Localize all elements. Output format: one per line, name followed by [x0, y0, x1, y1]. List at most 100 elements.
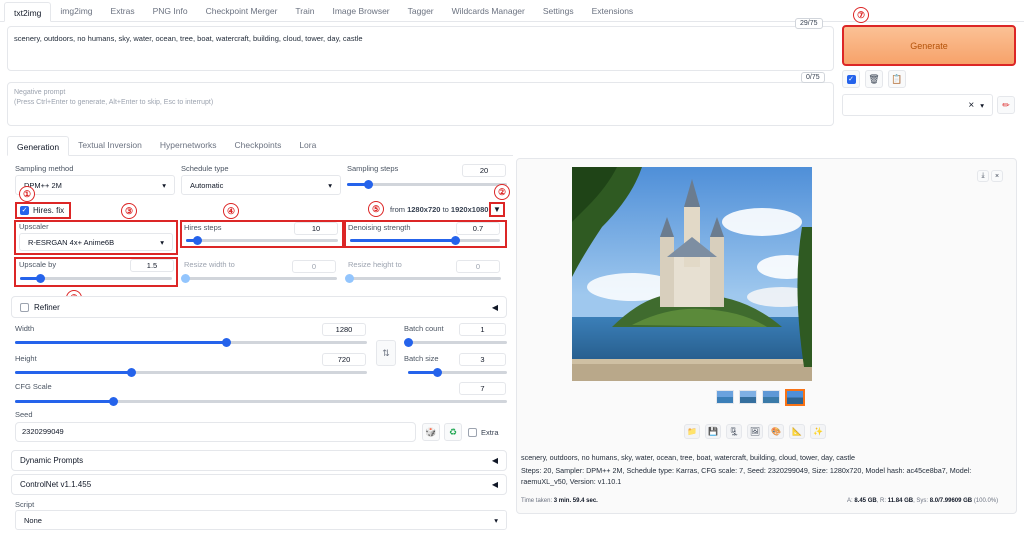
tab-textual-inversion[interactable]: Textual Inversion	[69, 135, 151, 155]
trash-icon[interactable]: 🗑	[865, 70, 883, 88]
show-extra-networks-button[interactable]: ✓	[842, 70, 860, 88]
slider-thumb[interactable]	[432, 368, 442, 377]
slider-thumb[interactable]	[363, 180, 373, 189]
resize-height-slider[interactable]	[345, 274, 501, 283]
dynamic-prompts-accordion[interactable]: Dynamic Prompts ◀	[11, 450, 507, 471]
batch-size-number[interactable]: 3	[459, 353, 506, 366]
tab-txt2img[interactable]: txt2img	[4, 2, 52, 22]
controlnet-accordion[interactable]: ControlNet v1.1.455 ◀	[11, 474, 507, 495]
height-number[interactable]: 720	[322, 353, 366, 366]
generate-button[interactable]: Generate	[842, 25, 1016, 66]
tab-settings[interactable]: Settings	[534, 1, 583, 21]
upscale-by-slider[interactable]	[20, 274, 172, 283]
thumbnail[interactable]	[739, 390, 757, 404]
resize-height-label: Resize height to	[348, 260, 402, 269]
tab-img2img[interactable]: img2img	[51, 1, 101, 21]
extra-checkbox[interactable]: Extra	[468, 428, 499, 437]
cfg-scale-slider[interactable]	[15, 397, 507, 406]
tab-lora[interactable]: Lora	[290, 135, 325, 155]
denoising-number[interactable]: 0.7	[456, 222, 500, 235]
upscale-by-number[interactable]: 1.5	[130, 259, 174, 272]
tab-checkpoints[interactable]: Checkpoints	[226, 135, 291, 155]
resize-width-slider[interactable]	[181, 274, 337, 283]
width-label: Width	[15, 324, 35, 333]
tab-png-info[interactable]: PNG Info	[144, 1, 197, 21]
hires-steps-slider[interactable]	[186, 236, 338, 245]
tab-extensions[interactable]: Extensions	[583, 1, 643, 21]
slider-thumb[interactable]	[451, 236, 460, 245]
prompt-input[interactable]: scenery, outdoors, no humans, sky, water…	[7, 26, 834, 71]
tab-image-browser[interactable]: Image Browser	[323, 1, 398, 21]
resize-height-number[interactable]: 0	[456, 260, 500, 273]
styles-dropdown[interactable]: × ▾	[842, 94, 993, 116]
close-icon[interactable]: ×	[991, 170, 1003, 182]
cfg-scale-number[interactable]: 7	[459, 382, 506, 395]
denoising-slider[interactable]	[350, 236, 500, 245]
vram-r-label: R:	[880, 498, 887, 504]
thumbnail[interactable]	[716, 390, 734, 404]
resize-width-number[interactable]: 0	[292, 260, 336, 273]
slider-fill	[15, 341, 227, 344]
height-slider[interactable]	[15, 368, 367, 377]
upscaler-dropdown[interactable]: R-ESRGAN 4x+ Anime6B ▾	[19, 233, 173, 251]
script-dropdown[interactable]: None ▾	[15, 510, 507, 530]
width-number[interactable]: 1280	[322, 323, 366, 336]
tab-tagger[interactable]: Tagger	[399, 1, 443, 21]
tab-wildcards-manager[interactable]: Wildcards Manager	[443, 1, 534, 21]
vram-sys-label: Sys:	[916, 498, 929, 504]
sampling-method-dropdown[interactable]: DPM++ 2M ▾	[15, 175, 175, 195]
save-icon[interactable]: 💾	[705, 424, 721, 439]
tab-hypernetworks[interactable]: Hypernetworks	[151, 135, 226, 155]
seed-input[interactable]: 2320299049	[15, 422, 416, 442]
random-seed-dice-icon[interactable]: 🎲	[422, 423, 440, 441]
thumbnail-selected[interactable]	[785, 389, 805, 406]
hires-collapse-toggle[interactable]: ▼	[489, 202, 505, 217]
folder-icon[interactable]: 📁	[684, 424, 700, 439]
zip-icon[interactable]: 🗜	[726, 424, 742, 439]
resize-width-label: Resize width to	[184, 260, 235, 269]
clear-icon[interactable]: ×	[968, 100, 974, 111]
generated-image[interactable]	[572, 167, 812, 381]
extra-label: Extra	[481, 428, 499, 437]
send-to-inpaint-icon[interactable]: 🎨	[768, 424, 784, 439]
clipboard-icon[interactable]: 📋	[888, 70, 906, 88]
swap-dimensions-button[interactable]: ⇅	[376, 340, 396, 366]
batch-size-label: Batch size	[404, 354, 439, 363]
upscale-icon[interactable]: ✨	[810, 424, 826, 439]
sampling-steps-slider[interactable]	[347, 180, 507, 189]
batch-count-slider[interactable]	[404, 338, 507, 347]
tab-train[interactable]: Train	[286, 1, 323, 21]
slider-thumb[interactable]	[404, 338, 413, 347]
tab-generation[interactable]: Generation	[7, 136, 70, 156]
refiner-accordion[interactable]: Refiner ◀	[11, 296, 507, 318]
slider-thumb[interactable]	[127, 368, 137, 377]
slider-thumb[interactable]	[222, 338, 232, 347]
edit-styles-button[interactable]: ✏	[997, 96, 1015, 114]
thumbnail[interactable]	[762, 390, 780, 404]
slider-thumb[interactable]	[109, 397, 119, 406]
hires-fix-checkbox[interactable]: ✓ Hires. fix	[15, 202, 71, 219]
sampling-steps-number[interactable]: 20	[462, 164, 506, 177]
thumbnail-strip	[716, 389, 805, 406]
refiner-checkbox[interactable]	[20, 302, 29, 312]
slider-thumb[interactable]	[192, 236, 202, 245]
batch-count-number[interactable]: 1	[459, 323, 506, 336]
slider-thumb[interactable]	[35, 274, 45, 283]
width-slider[interactable]	[15, 338, 367, 347]
annotation-1: ①	[19, 186, 35, 202]
generation-info-params: Steps: 20, Sampler: DPM++ 2M, Schedule t…	[521, 466, 972, 486]
negative-prompt-input[interactable]: Negative prompt (Press Ctrl+Enter to gen…	[7, 82, 834, 126]
reuse-seed-recycle-icon[interactable]: ♻	[444, 423, 462, 441]
sampling-steps-label: Sampling steps	[347, 164, 399, 173]
hires-steps-number[interactable]: 10	[294, 222, 338, 235]
batch-count-label: Batch count	[404, 324, 444, 333]
send-to-img2img-icon[interactable]: 🖼	[747, 424, 763, 439]
download-icon[interactable]: ⤓	[977, 170, 989, 182]
annotation-4: ④	[223, 203, 239, 219]
schedule-type-dropdown[interactable]: Automatic ▾	[181, 175, 341, 195]
tab-extras[interactable]: Extras	[102, 1, 144, 21]
batch-size-slider[interactable]	[408, 368, 507, 377]
tab-checkpoint-merger[interactable]: Checkpoint Merger	[197, 1, 287, 21]
send-to-extras-icon[interactable]: 📐	[789, 424, 805, 439]
chevron-down-icon: ▾	[160, 237, 164, 247]
